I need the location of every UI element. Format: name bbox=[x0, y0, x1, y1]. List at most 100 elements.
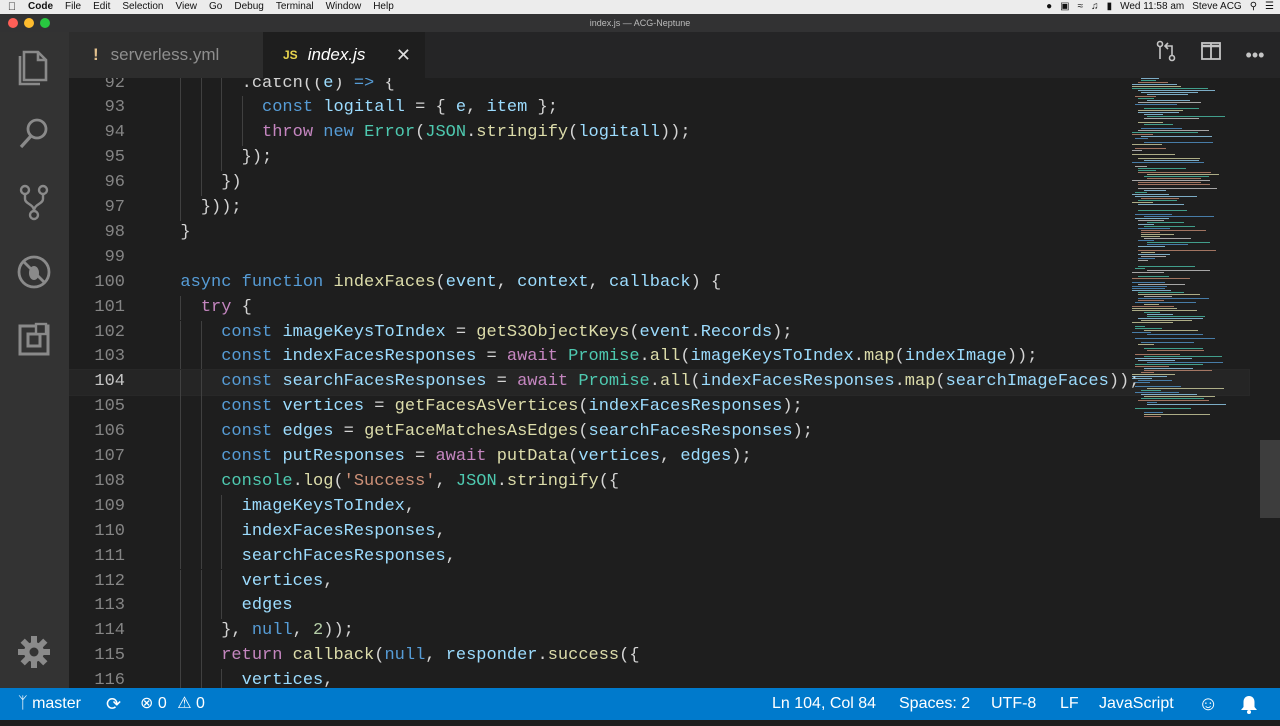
line-number[interactable]: 97 bbox=[69, 196, 125, 221]
spotlight-icon[interactable]: ⚲ bbox=[1250, 0, 1257, 14]
code-line[interactable]: 108 console.log('Success', JSON.stringif… bbox=[69, 469, 1249, 495]
line-number[interactable]: 115 bbox=[69, 644, 125, 669]
extensions-icon[interactable] bbox=[14, 320, 54, 360]
menu-window[interactable]: Window bbox=[322, 0, 370, 14]
line-number[interactable]: 111 bbox=[69, 545, 125, 570]
code-line[interactable]: 98 } bbox=[69, 221, 1249, 246]
indentation[interactable]: Spaces: 2 bbox=[899, 688, 970, 720]
apple-icon[interactable]:  bbox=[0, 0, 24, 14]
line-number[interactable]: 113 bbox=[69, 594, 125, 619]
line-number[interactable]: 114 bbox=[69, 619, 125, 644]
line-number[interactable]: 104 bbox=[69, 370, 125, 395]
search-icon[interactable] bbox=[14, 114, 54, 154]
line-number[interactable]: 93 bbox=[69, 96, 125, 121]
code-line[interactable]: 104 const searchFacesResponses = await P… bbox=[69, 369, 1250, 397]
code-line[interactable]: 106 const edges = getFaceMatchesAsEdges(… bbox=[69, 420, 1249, 445]
code-line[interactable]: 110 indexFacesResponses, bbox=[69, 519, 1249, 545]
code-line[interactable]: 99 bbox=[69, 246, 1249, 271]
code-line[interactable]: 101 try { bbox=[69, 295, 1249, 321]
git-branch[interactable]: ᛉ master bbox=[18, 688, 81, 720]
cursor-position[interactable]: Ln 104, Col 84 bbox=[772, 688, 876, 720]
line-number[interactable]: 102 bbox=[69, 321, 125, 346]
line-number[interactable]: 96 bbox=[69, 171, 125, 196]
code-line[interactable]: 92 .catch((e) => { bbox=[69, 78, 1249, 97]
wifi-icon[interactable]: ≈ bbox=[1078, 0, 1084, 14]
code-line[interactable]: 107 const putResponses = await putData(v… bbox=[69, 445, 1249, 470]
screen-record-icon[interactable]: ● bbox=[1046, 0, 1052, 14]
close-window-button[interactable] bbox=[8, 18, 18, 28]
line-number[interactable]: 101 bbox=[69, 296, 125, 321]
settings-gear-icon[interactable] bbox=[14, 632, 54, 672]
battery-icon[interactable]: ▮ bbox=[1107, 0, 1113, 14]
language-mode[interactable]: JavaScript bbox=[1099, 688, 1174, 720]
sync-icon[interactable]: ⟳ bbox=[106, 688, 121, 720]
feedback-smiley-icon[interactable]: ☺ bbox=[1198, 688, 1218, 720]
code-line[interactable]: 105 const vertices = getFacesAsVertices(… bbox=[69, 395, 1249, 421]
line-number[interactable]: 116 bbox=[69, 669, 125, 688]
files-icon[interactable] bbox=[14, 46, 54, 86]
more-actions-icon[interactable]: ••• bbox=[1240, 40, 1270, 70]
line-number[interactable]: 107 bbox=[69, 445, 125, 470]
code-line[interactable]: 95 }); bbox=[69, 146, 1249, 172]
code-line[interactable]: 97 })); bbox=[69, 196, 1249, 221]
code-line[interactable]: 115 return callback(null, responder.succ… bbox=[69, 644, 1249, 670]
menu-debug[interactable]: Debug bbox=[230, 0, 271, 14]
editor-scrollbar-thumb[interactable] bbox=[1260, 440, 1280, 518]
minimap-line bbox=[1132, 86, 1182, 88]
line-number[interactable]: 110 bbox=[69, 520, 125, 545]
menu-view[interactable]: View bbox=[172, 0, 206, 14]
line-number[interactable]: 99 bbox=[69, 246, 125, 271]
volume-icon[interactable]: ♫ bbox=[1091, 0, 1099, 14]
close-tab-icon[interactable]: ✕ bbox=[396, 45, 411, 66]
user-name[interactable]: Steve ACG bbox=[1192, 0, 1241, 14]
menu-selection[interactable]: Selection bbox=[118, 0, 171, 14]
menu-go[interactable]: Go bbox=[205, 0, 230, 14]
code-line[interactable]: 111 searchFacesResponses, bbox=[69, 544, 1249, 570]
code-line[interactable]: 96 }) bbox=[69, 171, 1249, 196]
clock[interactable]: Wed 11:58 am bbox=[1120, 0, 1184, 14]
line-number[interactable]: 92 bbox=[69, 78, 125, 96]
code-line[interactable]: 94 throw new Error(JSON.stringify(logita… bbox=[69, 121, 1249, 147]
notifications-bell-icon[interactable] bbox=[1240, 688, 1258, 720]
notification-center-icon[interactable]: ☰ bbox=[1265, 0, 1274, 14]
code-line[interactable]: 114 }, null, 2)); bbox=[69, 619, 1249, 645]
tab-index-js[interactable]: JS index.js ✕ bbox=[263, 32, 425, 78]
tab-serverless-yml[interactable]: ! serverless.yml bbox=[69, 32, 263, 78]
code-line[interactable]: 103 const indexFacesResponses = await Pr… bbox=[69, 345, 1249, 371]
code-line[interactable]: 109 imageKeysToIndex, bbox=[69, 494, 1249, 520]
code-line[interactable]: 93 const logitall = { e, item }; bbox=[69, 96, 1249, 122]
code-line[interactable]: 112 vertices, bbox=[69, 569, 1249, 595]
minimap[interactable] bbox=[1132, 78, 1262, 423]
menu-edit[interactable]: Edit bbox=[89, 0, 118, 14]
line-number[interactable]: 103 bbox=[69, 345, 125, 370]
zoom-window-button[interactable] bbox=[40, 18, 50, 28]
line-number[interactable]: 105 bbox=[69, 395, 125, 420]
code-editor[interactable]: 92 .catch((e) => {93 const logitall = { … bbox=[69, 78, 1280, 688]
menu-file[interactable]: File bbox=[61, 0, 89, 14]
split-editor-icon[interactable] bbox=[1196, 40, 1226, 70]
display-icon[interactable]: ▣ bbox=[1060, 0, 1069, 14]
open-changes-icon[interactable] bbox=[1151, 40, 1181, 70]
menu-help[interactable]: Help bbox=[369, 0, 402, 14]
encoding[interactable]: UTF-8 bbox=[991, 688, 1036, 720]
line-number[interactable]: 112 bbox=[69, 570, 125, 595]
line-number[interactable]: 100 bbox=[69, 271, 125, 296]
line-number[interactable]: 95 bbox=[69, 146, 125, 171]
code-line[interactable]: 100 async function indexFaces(event, con… bbox=[69, 271, 1249, 296]
code-line[interactable]: 113 edges bbox=[69, 594, 1249, 620]
menu-app[interactable]: Code bbox=[24, 0, 61, 14]
line-number[interactable]: 108 bbox=[69, 470, 125, 495]
line-number[interactable]: 109 bbox=[69, 495, 125, 520]
line-number[interactable]: 106 bbox=[69, 420, 125, 445]
menu-terminal[interactable]: Terminal bbox=[272, 0, 322, 14]
code-line[interactable]: 116 vertices, bbox=[69, 669, 1249, 688]
debug-icon[interactable] bbox=[14, 252, 54, 292]
minimize-window-button[interactable] bbox=[24, 18, 34, 28]
code-line[interactable]: 102 const imageKeysToIndex = getS3Object… bbox=[69, 320, 1249, 346]
line-number[interactable]: 94 bbox=[69, 121, 125, 146]
source-control-icon[interactable] bbox=[14, 182, 54, 222]
minimap-line bbox=[1147, 388, 1224, 390]
line-number[interactable]: 98 bbox=[69, 221, 125, 246]
problems-indicator[interactable]: ⊗ 0 ⚠ 0 bbox=[140, 688, 205, 720]
end-of-line[interactable]: LF bbox=[1060, 688, 1079, 720]
